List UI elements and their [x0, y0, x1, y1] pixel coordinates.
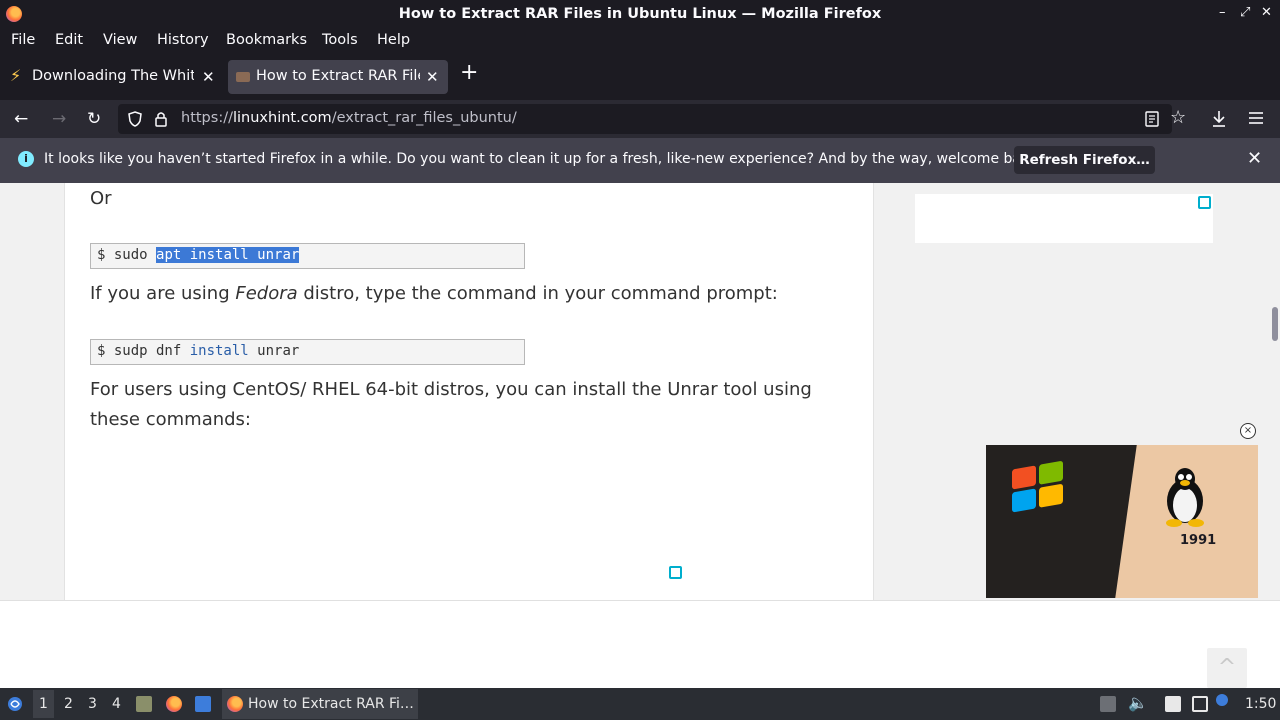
tab-label: How to Extract RAR Files [256, 68, 420, 84]
reader-view-icon[interactable] [1145, 111, 1159, 127]
notification-bar: i It looks like you haven’t started Fire… [0, 138, 1280, 183]
page-footer-area: ^ [0, 600, 1280, 688]
tab-extract-rar[interactable]: How to Extract RAR Files ✕ [228, 60, 448, 94]
menu-help[interactable]: Help [377, 32, 410, 48]
workspace-1[interactable]: 1 [33, 690, 54, 718]
forward-button[interactable]: → [52, 109, 66, 129]
workspace-2[interactable]: 2 [64, 696, 73, 712]
tab-close-icon[interactable]: ✕ [202, 68, 215, 86]
maximize-button[interactable]: ⤢ [1240, 5, 1250, 20]
tab-label: Downloading The White | [32, 68, 194, 84]
code-block-dnf[interactable]: $ sudp dnf install unrar [90, 339, 525, 365]
refresh-firefox-button[interactable]: Refresh Firefox… [1014, 146, 1155, 174]
adchoices-icon[interactable] [1198, 196, 1211, 209]
display-icon[interactable] [1192, 696, 1208, 712]
video-close-icon[interactable]: × [1240, 423, 1256, 439]
notification-badge-icon[interactable] [1216, 694, 1228, 706]
menu-bookmarks[interactable]: Bookmarks [226, 32, 307, 48]
windows-logo-icon [1012, 460, 1064, 513]
page-scrollbar[interactable] [1270, 183, 1280, 600]
menu-tools[interactable]: Tools [322, 32, 358, 48]
tray-app-icon[interactable] [1100, 696, 1116, 712]
or-text: Or [90, 188, 112, 209]
menu-file[interactable]: File [11, 32, 35, 48]
shield-icon[interactable] [128, 111, 142, 127]
volume-icon[interactable]: 🔈 [1128, 693, 1148, 712]
close-window-button[interactable]: ✕ [1261, 5, 1272, 20]
clipboard-icon[interactable] [1165, 696, 1181, 712]
site-favicon-icon [236, 72, 250, 82]
new-tab-button[interactable]: + [460, 60, 478, 85]
notification-close-icon[interactable]: ✕ [1247, 148, 1262, 169]
taskbar-task-firefox[interactable]: How to Extract RAR Fi… [222, 689, 418, 719]
back-button[interactable]: ← [14, 109, 28, 129]
lightning-icon: ⚡ [10, 66, 22, 85]
start-menu-icon[interactable] [7, 696, 23, 712]
hamburger-menu-icon[interactable] [1249, 112, 1263, 124]
window-title: How to Extract RAR Files in Ubuntu Linux… [398, 6, 882, 22]
tab-downloading[interactable]: ⚡ Downloading The White | ✕ [4, 60, 222, 94]
bookmark-star-icon[interactable]: ☆ [1170, 107, 1186, 128]
clock: 1:50 [1245, 696, 1277, 712]
menu-history[interactable]: History [157, 32, 209, 48]
menu-view[interactable]: View [103, 32, 137, 48]
paragraph-centos: For users using CentOS/ RHEL 64-bit dist… [90, 379, 812, 430]
reload-button[interactable]: ↻ [87, 109, 101, 129]
navigation-bar: ← → ↻ https://linuxhint.com/extract_rar_… [0, 100, 1280, 138]
url-text[interactable]: https://linuxhint.com/extract_rar_files_… [181, 110, 517, 126]
info-icon: i [18, 151, 34, 167]
task-label: How to Extract RAR Fi… [248, 696, 414, 712]
desktop-icon[interactable] [195, 696, 211, 712]
downloads-icon[interactable] [1211, 110, 1227, 128]
video-year-label: 1991 [1180, 533, 1217, 548]
workspace-4[interactable]: 4 [112, 696, 121, 712]
ad-banner-middle[interactable] [385, 564, 683, 600]
url-bar[interactable]: https://linuxhint.com/extract_rar_files_… [118, 104, 1186, 134]
scrollbar-thumb[interactable] [1272, 307, 1278, 341]
ad-banner-top[interactable] [915, 194, 1213, 243]
minimize-button[interactable]: – [1219, 5, 1226, 20]
menu-bar: File Edit View History Bookmarks Tools H… [0, 30, 1280, 52]
tab-close-icon[interactable]: ✕ [426, 68, 439, 86]
tux-penguin-icon [1166, 468, 1204, 527]
notification-message: It looks like you haven’t started Firefo… [44, 151, 1043, 167]
lock-icon[interactable] [155, 111, 167, 127]
firefox-launcher-icon[interactable] [166, 696, 182, 712]
adchoices-icon[interactable] [669, 566, 682, 579]
tab-bar: ⚡ Downloading The White | ✕ How to Extra… [0, 52, 1280, 100]
video-ad-player[interactable]: 1991 [986, 445, 1258, 598]
paragraph-fedora: If you are using Fedora distro, type the… [90, 283, 778, 304]
menu-edit[interactable]: Edit [55, 32, 83, 48]
code-block-apt[interactable]: $ sudo apt install unrar [90, 243, 525, 269]
file-manager-icon[interactable] [136, 696, 152, 712]
window-titlebar: How to Extract RAR Files in Ubuntu Linux… [0, 0, 1280, 30]
workspace-3[interactable]: 3 [88, 696, 97, 712]
article-body: Or $ sudo apt install unrar If you are u… [64, 183, 874, 600]
firefox-task-icon [227, 696, 243, 712]
scroll-to-top-button[interactable]: ^ [1207, 648, 1247, 688]
system-taskbar: 1 2 3 4 How to Extract RAR Fi… 🔈 1:50 [0, 688, 1280, 720]
